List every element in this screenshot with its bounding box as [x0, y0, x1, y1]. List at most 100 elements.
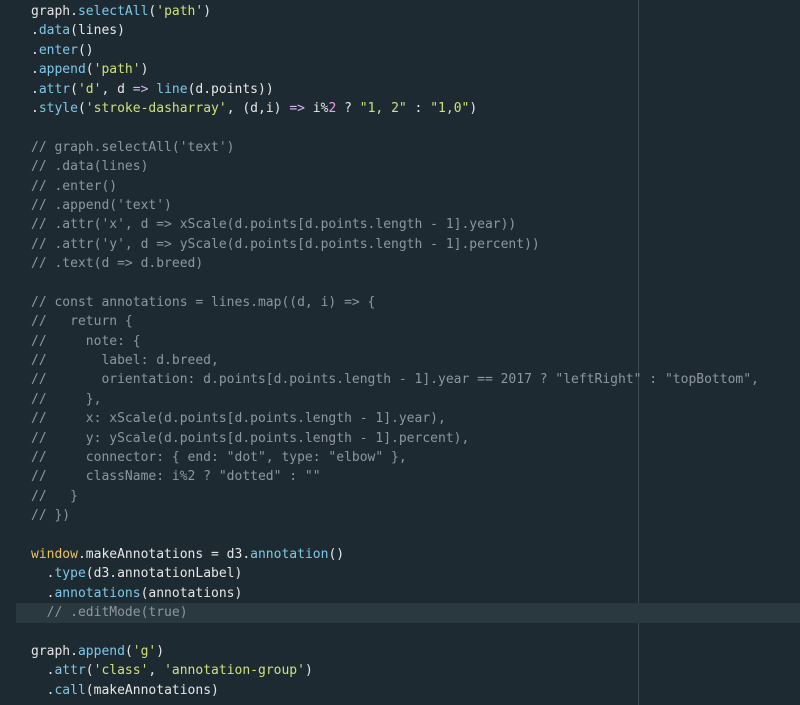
code-line[interactable]: graph.append('g') — [0, 642, 800, 661]
code-token: attr — [54, 663, 86, 679]
code-token: ) — [156, 643, 165, 659]
code-line[interactable] — [0, 118, 800, 137]
code-line[interactable]: // .editMode(true) — [0, 603, 800, 623]
code-line[interactable]: // y: yScale(d.points[d.points.length - … — [0, 429, 800, 448]
code-line[interactable] — [0, 273, 800, 292]
code-token: ? — [336, 100, 360, 116]
code-token: data — [38, 23, 71, 39]
code-token: 'g' — [132, 643, 157, 659]
code-token: // connector: { end: "dot", type: "elbow… — [31, 449, 407, 465]
code-token: // const annotations = lines.map((d, i) … — [31, 294, 376, 310]
code-token: . — [31, 81, 39, 97]
code-line[interactable]: // return { — [0, 312, 800, 331]
code-lines[interactable]: graph.selectAll('path') .data(lines) .ente… — [0, 2, 800, 700]
code-line[interactable]: // .enter() — [0, 177, 800, 196]
code-line[interactable]: // .append('text') — [0, 196, 800, 215]
code-token: // .attr('x', d => xScale(d.points[d.poi… — [31, 217, 517, 233]
code-line[interactable]: .append('path') — [0, 60, 800, 79]
code-token: . — [70, 643, 78, 659]
code-line[interactable]: .attr('class', 'annotation-group') — [0, 661, 800, 680]
code-line[interactable]: // }, — [0, 390, 800, 409]
code-token: // y: yScale(d.points[d.points.length - … — [31, 430, 470, 446]
code-token: . — [31, 585, 55, 601]
code-token: . — [31, 663, 55, 679]
code-token: // .text(d => d.breed) — [31, 256, 204, 272]
code-token: window — [31, 546, 78, 562]
code-token: style — [38, 100, 78, 116]
code-token: "1, 2" — [359, 100, 407, 116]
code-token: 'stroke-dasharray' — [85, 100, 227, 116]
code-token: ) — [304, 663, 313, 679]
code-line[interactable]: graph.selectAll('path') — [0, 2, 800, 21]
code-token: ( — [124, 643, 133, 659]
code-token: () — [77, 42, 94, 58]
code-line[interactable] — [0, 526, 800, 545]
code-token: // x: xScale(d.points[d.points.length - … — [31, 411, 446, 427]
code-token: call — [54, 682, 86, 698]
code-token: // }, — [31, 391, 102, 407]
code-line[interactable]: // .attr('y', d => yScale(d.points[d.poi… — [0, 235, 800, 254]
code-token: append — [38, 62, 86, 78]
code-token: ( — [77, 100, 86, 116]
code-token: annotation — [250, 546, 329, 562]
code-token: // graph.selectAll('text') — [31, 139, 235, 155]
code-line[interactable]: // label: d.breed, — [0, 351, 800, 370]
code-line[interactable]: // graph.selectAll('text') — [0, 138, 800, 157]
code-token: // }) — [31, 508, 71, 524]
code-token: ) — [140, 62, 149, 78]
code-token: . — [31, 42, 39, 58]
code-line[interactable]: .enter() — [0, 41, 800, 60]
code-token: // .enter() — [31, 178, 118, 194]
code-token: . — [31, 62, 39, 78]
code-token: // orientation: d.points[d.points.length… — [31, 372, 759, 388]
code-token: (lines) — [70, 23, 125, 39]
code-line[interactable]: // orientation: d.points[d.points.length… — [0, 370, 800, 389]
code-token: ) — [469, 100, 478, 116]
code-token: (annotations) — [140, 585, 243, 601]
code-line[interactable]: // const annotations = lines.map((d, i) … — [0, 293, 800, 312]
code-line[interactable]: window.makeAnnotations = d3.annotation() — [0, 545, 800, 564]
code-token: () — [328, 546, 345, 562]
code-line[interactable]: .attr('d', d => line(d.points)) — [0, 80, 800, 99]
code-token: type — [54, 566, 86, 582]
code-line[interactable]: .style('stroke-dasharray', (d,i) => i%2 … — [0, 99, 800, 118]
code-line[interactable]: .type(d3.annotationLabel) — [0, 564, 800, 583]
code-line[interactable]: // connector: { end: "dot", type: "elbow… — [0, 448, 800, 467]
code-token: 'path' — [156, 4, 204, 19]
code-line[interactable]: // className: i%2 ? "dotted" : "" — [0, 467, 800, 486]
code-token: // return { — [31, 314, 133, 330]
code-token: 'class' — [93, 663, 149, 679]
code-line[interactable] — [0, 623, 800, 642]
code-token: // .data(lines) — [31, 159, 149, 175]
code-line[interactable]: // .data(lines) — [0, 157, 800, 176]
code-token: annotations — [54, 585, 141, 601]
code-line[interactable]: // x: xScale(d.points[d.points.length - … — [0, 409, 800, 428]
code-token: => — [289, 100, 305, 116]
code-line[interactable]: // .text(d => d.breed) — [0, 254, 800, 273]
code-token: attr — [38, 81, 71, 97]
code-token: 'annotation-group' — [164, 663, 305, 679]
code-token: line — [156, 81, 188, 97]
code-token: // .attr('y', d => yScale(d.points[d.poi… — [31, 236, 540, 252]
code-line[interactable]: .call(makeAnnotations) — [0, 681, 800, 700]
code-token: "1,0" — [430, 100, 470, 116]
code-line[interactable]: // }) — [0, 506, 800, 525]
code-token: enter — [38, 42, 78, 58]
code-token: 'd' — [77, 81, 102, 97]
code-line[interactable]: // note: { — [0, 332, 800, 351]
code-token: , — [148, 663, 165, 679]
code-token: . — [31, 23, 39, 39]
code-line[interactable]: .data(lines) — [0, 21, 800, 40]
code-token: selectAll — [77, 4, 149, 19]
code-token: .makeAnnotations = d3. — [77, 546, 251, 562]
code-token: // } — [31, 488, 78, 504]
code-token: , d — [101, 81, 133, 97]
code-line[interactable]: // } — [0, 487, 800, 506]
code-line[interactable]: .annotations(annotations) — [0, 584, 800, 603]
code-token: => — [132, 81, 149, 97]
code-line[interactable]: // .attr('x', d => xScale(d.points[d.poi… — [0, 215, 800, 234]
code-token: , (d,i) — [226, 100, 290, 116]
code-editor[interactable]: graph.selectAll('path') .data(lines) .ente… — [0, 0, 800, 705]
code-token: ( — [85, 62, 94, 78]
code-token: (makeAnnotations) — [85, 682, 219, 698]
